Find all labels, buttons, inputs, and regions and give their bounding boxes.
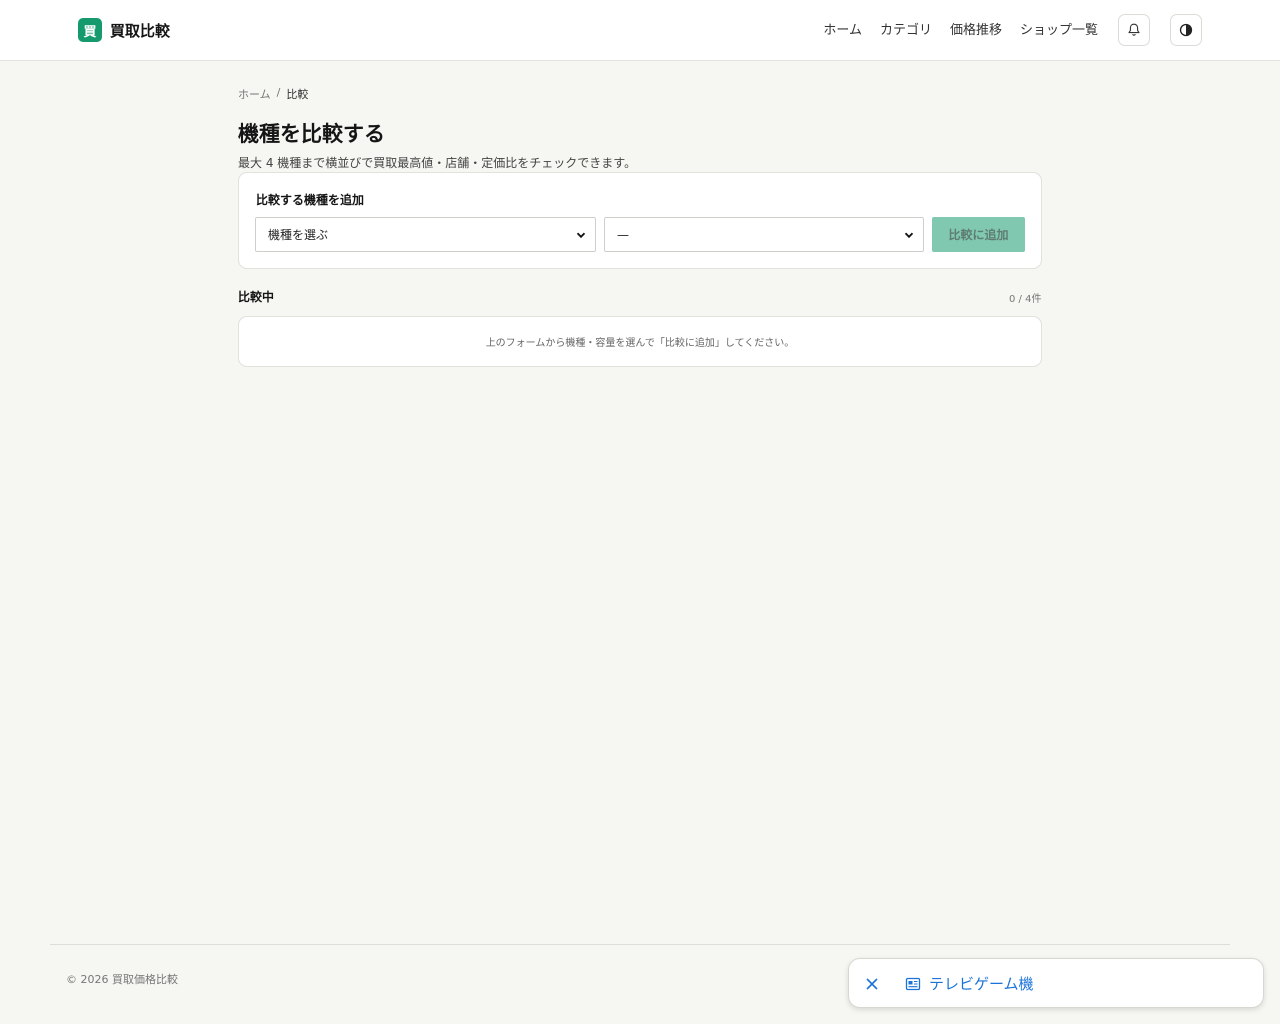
theme-toggle-button[interactable] xyxy=(1170,14,1202,46)
main-nav: ホーム カテゴリ 価格推移 ショップ一覧 xyxy=(823,19,1098,38)
capacity-select[interactable]: — xyxy=(604,217,924,252)
capacity-select-value: — xyxy=(617,227,629,242)
footer-copyright: © 2026 買取価格比較 xyxy=(66,973,178,986)
page-title: 機種を比較する xyxy=(238,122,385,146)
add-to-compare-button[interactable]: 比較に追加 xyxy=(932,217,1025,252)
site-name: 買取比較 xyxy=(110,21,171,40)
close-icon[interactable] xyxy=(865,977,879,991)
breadcrumb: ホーム / 比較 xyxy=(238,86,308,102)
empty-compare-message: 上のフォームから機種・容量を選んで「比較に追加」してください。 xyxy=(238,316,1042,367)
bell-icon xyxy=(1128,23,1140,36)
breadcrumb-current: 比較 xyxy=(286,88,309,101)
model-select-value: 機種を選ぶ xyxy=(268,228,329,242)
breadcrumb-home[interactable]: ホーム xyxy=(238,86,271,102)
nav-home[interactable]: ホーム xyxy=(823,19,862,38)
logo-mark-icon: 買 xyxy=(78,18,102,42)
comparing-heading: 比較中 xyxy=(238,290,275,304)
news-card-icon xyxy=(905,977,921,991)
site-header: 買 買取比較 ホーム カテゴリ 価格推移 ショップ一覧 xyxy=(0,0,1280,61)
add-model-heading: 比較する機種を追加 xyxy=(256,193,365,207)
model-select[interactable]: 機種を選ぶ xyxy=(255,217,596,252)
nav-price-history[interactable]: 価格推移 xyxy=(950,19,1002,38)
nav-shop-list[interactable]: ショップ一覧 xyxy=(1020,19,1098,38)
comparing-count: 0 / 4件 xyxy=(1009,294,1042,305)
page-subtitle: 最大 4 機種まで横並びで買取最高値・店舗・定価比をチェックできます。 xyxy=(238,156,637,170)
breadcrumb-separator: / xyxy=(276,86,281,99)
site-logo[interactable]: 買 買取比較 xyxy=(78,18,170,42)
floating-category-chip: テレビゲーム機 xyxy=(848,958,1264,1008)
theme-toggle-icon xyxy=(1179,23,1193,37)
notifications-button[interactable] xyxy=(1118,14,1150,46)
add-model-card: 比較する機種を追加 機種を選ぶ — 比較に追加 xyxy=(238,172,1042,269)
chevron-down-icon xyxy=(576,232,586,239)
empty-message-text: 上のフォームから機種・容量を選んで「比較に追加」してください。 xyxy=(485,338,795,349)
nav-category[interactable]: カテゴリ xyxy=(880,19,932,38)
footer-divider xyxy=(50,944,1230,945)
floating-chip-label[interactable]: テレビゲーム機 xyxy=(929,973,1034,994)
chevron-down-icon xyxy=(904,232,914,239)
